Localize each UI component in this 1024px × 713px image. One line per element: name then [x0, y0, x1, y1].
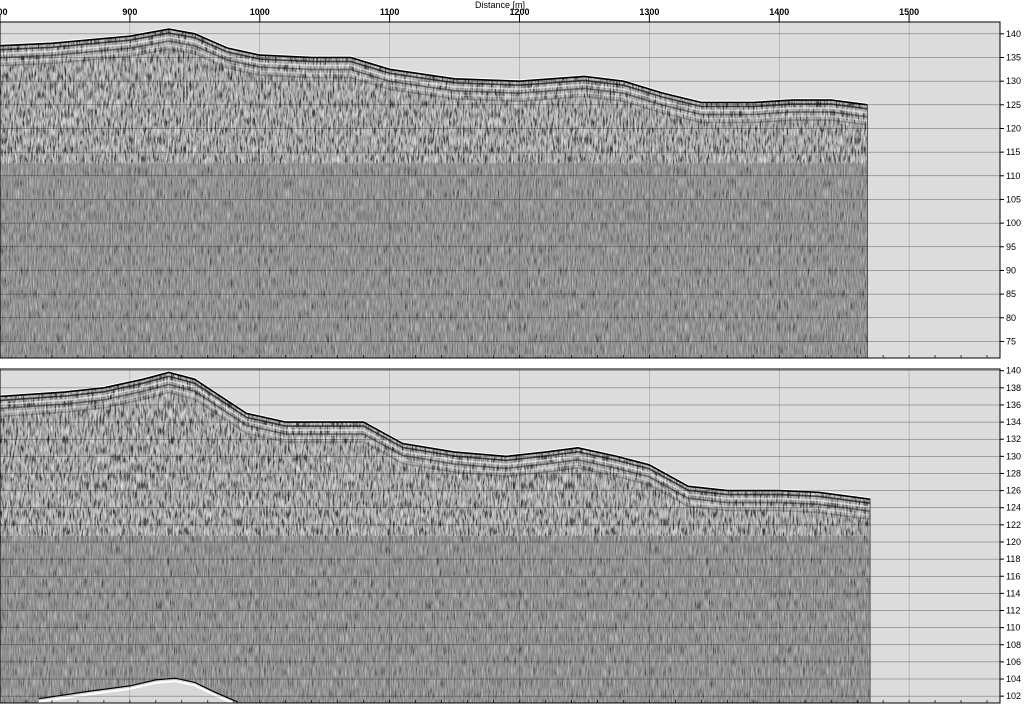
profile-top-y-tick-label: 115	[1006, 147, 1020, 157]
profile-bottom-y-tick-label: 126	[1006, 486, 1021, 496]
x-tick-label: 1300	[639, 7, 659, 17]
profile-top-y-tick-label: 110	[1006, 171, 1020, 181]
profile-bottom-y-tick-label: 122	[1006, 520, 1021, 530]
x-tick-label: 800	[0, 7, 8, 17]
profile-bottom-y-tick-label: 108	[1006, 640, 1021, 650]
profile-top-y-tick-label: 140	[1006, 29, 1021, 39]
profile-bottom-y-tick-label: 128	[1006, 468, 1021, 478]
profile-bottom-y-tick-label: 104	[1006, 674, 1021, 684]
gpr-radargram-chart: Distance [m] 800900100011001200130014001…	[0, 0, 1021, 704]
profile-bottom-y-tick-label: 132	[1006, 434, 1021, 444]
x-tick-label: 1000	[250, 7, 270, 17]
profile-top-y-tick-label: 130	[1006, 76, 1021, 86]
profile-bottom-y-tick-label: 116	[1006, 571, 1020, 581]
profile-top-y-tick-label: 120	[1006, 123, 1021, 133]
profile-bottom-y-tick-label: 112	[1006, 606, 1020, 616]
profile-top-y-tick-label: 85	[1006, 289, 1016, 299]
x-tick-label: 1200	[509, 7, 529, 17]
profile-bottom-y-tick-label: 140	[1006, 366, 1021, 376]
profile-top-y-tick-label: 80	[1006, 313, 1016, 323]
profile-bottom-y-tick-label: 110	[1006, 623, 1020, 633]
profile-top-y-tick-label: 135	[1006, 52, 1021, 62]
profile-top-y-tick-label: 95	[1006, 242, 1016, 252]
profile-bottom-y-tick-label: 130	[1006, 451, 1021, 461]
profile-top-y-tick-label: 90	[1006, 265, 1016, 275]
profile-top-y-tick-label: 125	[1006, 100, 1021, 110]
profile-bottom-y-tick-label: 118	[1006, 554, 1020, 564]
profile-top-y-tick-label: 75	[1006, 336, 1016, 346]
x-tick-label: 1400	[769, 7, 789, 17]
profile-bottom-y-tick-label: 124	[1006, 503, 1021, 513]
profile-top-y-tick-label: 105	[1006, 194, 1021, 204]
profile-bottom-y-tick-label: 114	[1006, 588, 1020, 598]
profile-bottom-y-tick-label: 138	[1006, 383, 1021, 393]
x-tick-label: 1100	[380, 7, 400, 17]
profile-bottom-y-tick-label: 120	[1006, 537, 1021, 547]
profile-bottom-y-tick-label: 136	[1006, 400, 1021, 410]
profile-bottom-y-tick-label: 134	[1006, 417, 1021, 427]
x-tick-label: 900	[122, 7, 137, 17]
profile-bottom-y-tick-label: 102	[1006, 691, 1021, 701]
profile-bottom-y-tick-label: 106	[1006, 657, 1021, 667]
profile-top-y-tick-label: 100	[1006, 218, 1021, 228]
x-tick-label: 1500	[899, 7, 919, 17]
